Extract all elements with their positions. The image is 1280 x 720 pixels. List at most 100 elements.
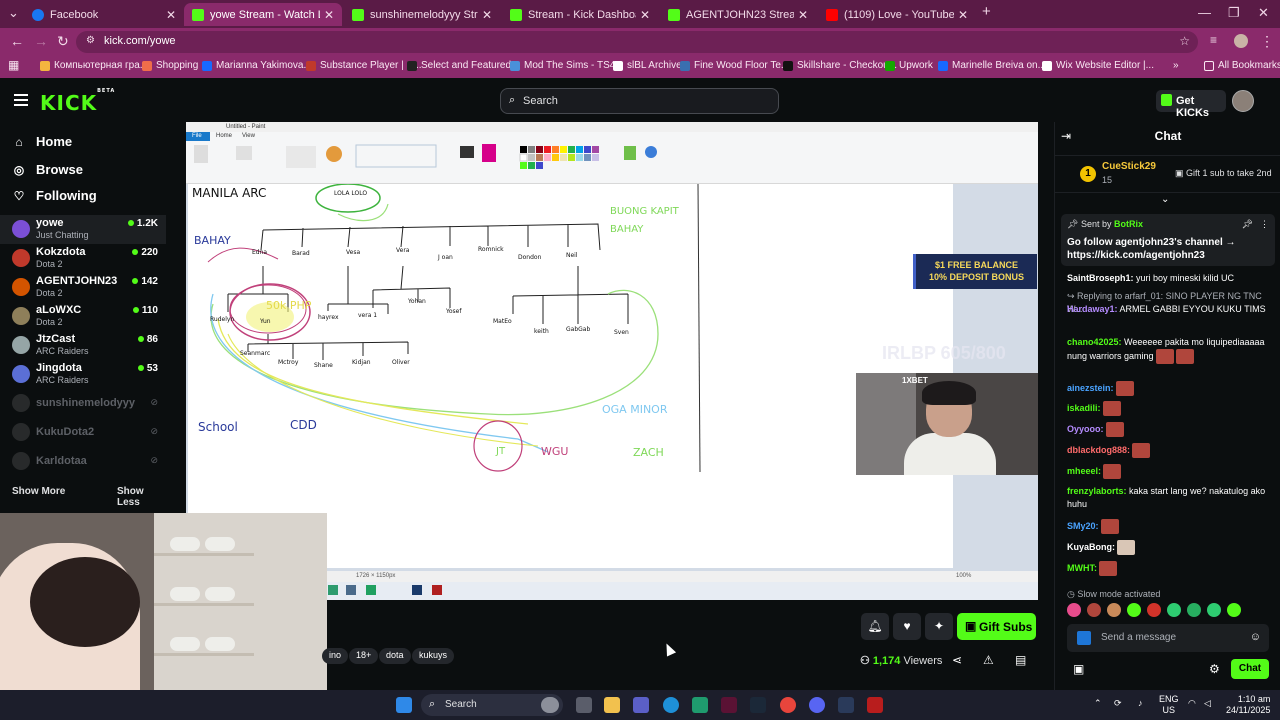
sidebar-channel-alowxc[interactable]: aLoWXC Dota 2 110	[0, 302, 166, 331]
nav-home[interactable]: ⌂ Home	[12, 134, 72, 149]
clock[interactable]: 1:10 am 24/11/2025	[1226, 694, 1270, 716]
all-bookmarks-folder[interactable]: All Bookmarks	[1204, 60, 1280, 71]
windows-start-icon[interactable]	[396, 697, 412, 713]
minimize-icon[interactable]: —	[1198, 5, 1211, 20]
url-field[interactable]: ⚙ kick.com/yowe ☆	[76, 31, 1198, 53]
stream-tag[interactable]: kukuys	[412, 648, 455, 664]
chat-username[interactable]: KuyaBong:	[1067, 542, 1115, 552]
report-icon[interactable]: ⚠	[983, 653, 994, 667]
gift-icon[interactable]: ▣	[1073, 662, 1084, 676]
sidebar-channel-offline[interactable]: sunshinemelodyyy ⊘	[0, 389, 166, 418]
kick-logo[interactable]: KICKBETA	[40, 88, 115, 115]
emote-icon[interactable]	[1207, 603, 1221, 617]
task-view-icon[interactable]	[576, 697, 592, 713]
tab-youtube[interactable]: (1109) Love - YouTube ✕	[818, 3, 976, 26]
bookmark-item[interactable]: Skillshare - Checkou...	[783, 60, 897, 71]
bookmark-item[interactable]: Substance Player | S...	[306, 60, 422, 71]
emote-icon[interactable]	[1127, 603, 1141, 617]
sidebar-channel-agentjohn23[interactable]: AGENTJOHN23 Dota 2 142	[0, 273, 166, 302]
emote-icon[interactable]	[1147, 603, 1161, 617]
stream-tag[interactable]: dota	[379, 648, 411, 664]
kick-emote-icon[interactable]	[1077, 631, 1091, 645]
stream-tag[interactable]: ino	[322, 648, 349, 664]
gift-subs-button[interactable]: ▣ Gift Subs	[957, 613, 1036, 640]
chat-username[interactable]: iskadili:	[1067, 403, 1101, 413]
teams-icon[interactable]	[633, 697, 649, 713]
bookmark-item[interactable]: Shopping	[142, 60, 198, 71]
chat-username[interactable]: mheeel:	[1067, 466, 1101, 476]
bookmark-item[interactable]: Marinelle Breiva on...	[938, 60, 1046, 71]
reload-icon[interactable]: ↻	[57, 33, 69, 50]
tab-kick-dashboard[interactable]: Stream - Kick Dashboard ✕	[502, 3, 658, 26]
bookmark-item[interactable]: Upwork	[885, 60, 933, 71]
restore-icon[interactable]: ❐	[1228, 5, 1240, 21]
close-tab-icon[interactable]: ✕	[798, 8, 808, 22]
emote-icon[interactable]	[1067, 603, 1081, 617]
sidebar-channel-kokzdota[interactable]: Kokzdota Dota 2 220	[0, 244, 166, 273]
chrome-icon[interactable]	[780, 697, 796, 713]
chat-username[interactable]: ainezstein:	[1067, 383, 1114, 393]
emote-icon[interactable]	[1167, 603, 1181, 617]
menu-dots-icon[interactable]: ⋮	[1260, 33, 1274, 50]
back-icon[interactable]: ←	[10, 33, 24, 49]
close-tab-icon[interactable]: ✕	[324, 8, 334, 22]
theater-mode-icon[interactable]: ▤	[1015, 653, 1026, 667]
user-avatar[interactable]	[1232, 90, 1254, 112]
tray-app-icon[interactable]: ⟳	[1114, 698, 1122, 709]
bookmark-item[interactable]: Компьютерная гра...	[40, 60, 148, 71]
nav-browse[interactable]: ◎ Browse	[12, 162, 83, 177]
file-explorer-icon[interactable]	[604, 697, 620, 713]
share-icon[interactable]: ⋖	[952, 653, 962, 667]
stream-tag[interactable]: 18+	[349, 648, 379, 664]
chat-username[interactable]: SaintBroseph1:	[1067, 273, 1134, 283]
sidebar-channel-jingdota[interactable]: Jingdota ARC Raiders 53	[0, 360, 166, 389]
tab-search-icon[interactable]: ⌄	[8, 5, 19, 21]
profile-avatar-icon[interactable]	[1234, 34, 1248, 48]
bookmark-item[interactable]: Wix Website Editor |...	[1042, 60, 1154, 71]
language-indicator[interactable]: ENG US	[1159, 694, 1179, 716]
send-chat-button[interactable]: Chat	[1231, 659, 1269, 679]
chat-username[interactable]: Hardaway1:	[1067, 304, 1118, 314]
chat-username[interactable]: dblackdog888:	[1067, 445, 1130, 455]
scroll-chevron-icon[interactable]: ⌄	[1161, 194, 1169, 205]
bookmark-item[interactable]: slBL Archive	[613, 60, 682, 71]
new-tab-button[interactable]: +	[982, 3, 991, 20]
app-icon[interactable]	[721, 697, 737, 713]
microphone-icon[interactable]: ♪	[1138, 698, 1143, 709]
follow-heart-button[interactable]: ♥	[893, 613, 921, 640]
discord-icon[interactable]	[809, 697, 825, 713]
search-input[interactable]: ⌕ Search	[500, 88, 779, 114]
bookmark-star-icon[interactable]: ☆	[1179, 34, 1190, 48]
sidebar-channel-offline[interactable]: KukuDota2 ⊘	[0, 418, 166, 447]
sidebar-channel-jtzcast[interactable]: JtzCast ARC Raiders 86	[0, 331, 166, 360]
close-tab-icon[interactable]: ✕	[958, 8, 968, 22]
close-tab-icon[interactable]: ✕	[482, 8, 492, 22]
close-tab-icon[interactable]: ✕	[166, 8, 176, 22]
tray-expand-icon[interactable]: ⌃	[1094, 698, 1102, 709]
more-bookmarks-icon[interactable]: »	[1173, 60, 1179, 71]
tab-sunshinemelodyyy[interactable]: sunshinemelodyyy Stream - W ✕	[344, 3, 500, 26]
chat-username[interactable]: frenzylaborts:	[1067, 486, 1127, 496]
chat-username[interactable]: chano42025:	[1067, 337, 1122, 347]
close-tab-icon[interactable]: ✕	[640, 8, 650, 22]
chat-message-input[interactable]: Send a message ☺	[1067, 624, 1269, 652]
chat-username[interactable]: MWHT:	[1067, 563, 1097, 573]
wifi-icon[interactable]: ◠	[1188, 698, 1196, 709]
sidebar-channel-yowe[interactable]: yowe Just Chatting 1.2K	[0, 215, 166, 244]
steam-active-icon[interactable]	[838, 697, 854, 713]
nav-following[interactable]: ♡ Following	[12, 188, 97, 203]
bookmark-item[interactable]: Mod The Sims - TS4...	[510, 60, 624, 71]
get-kicks-button[interactable]: Get KICKs	[1156, 90, 1226, 119]
steam-icon[interactable]	[750, 697, 766, 713]
emote-icon[interactable]	[1187, 603, 1201, 617]
emote-icon[interactable]	[1087, 603, 1101, 617]
app-icon[interactable]	[692, 697, 708, 713]
notifications-bell-button[interactable]: 🔔︎	[861, 613, 889, 640]
forward-icon[interactable]: →	[34, 33, 48, 49]
bookmark-item[interactable]: Select and Featured...	[407, 60, 519, 71]
chat-username[interactable]: SMy20:	[1067, 521, 1099, 531]
show-more-link[interactable]: Show More	[12, 486, 65, 497]
bookmark-item[interactable]: Fine Wood Floor Te...	[680, 60, 789, 71]
close-window-icon[interactable]: ✕	[1258, 5, 1269, 21]
tab-facebook[interactable]: Facebook ✕	[24, 3, 184, 26]
